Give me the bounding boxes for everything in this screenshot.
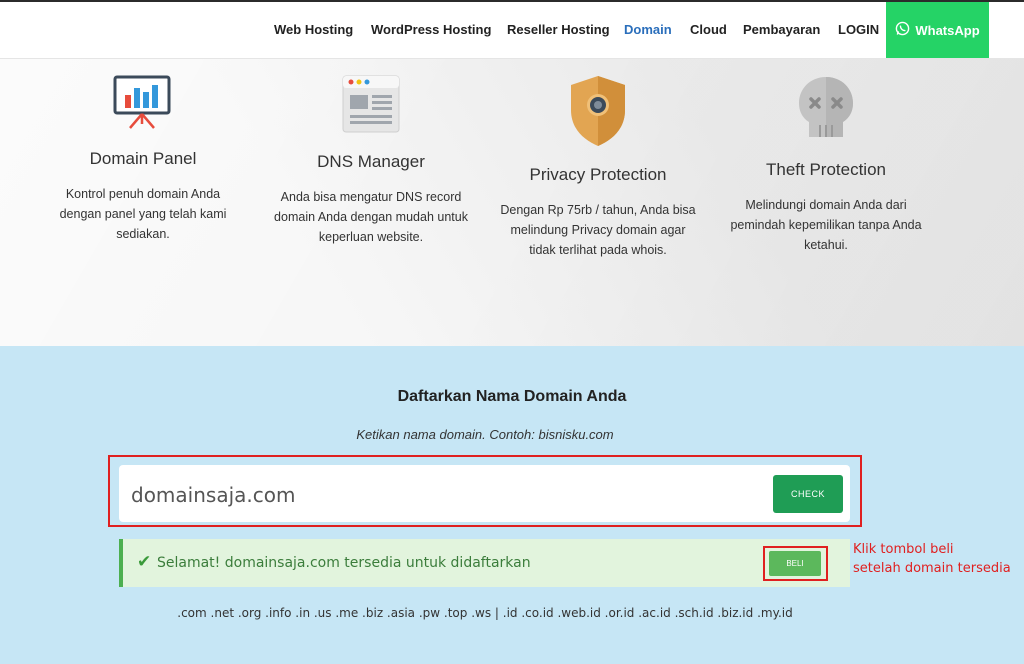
feature-title: Domain Panel bbox=[89, 149, 197, 168]
dns-window-icon bbox=[342, 75, 400, 138]
whatsapp-button[interactable]: WhatsApp bbox=[886, 2, 989, 58]
feature-description: Kontrol penuh domain Anda dengan panel y… bbox=[59, 187, 227, 241]
top-navbar: Web Hosting WordPress Hosting Reseller H… bbox=[0, 2, 1024, 59]
buy-button[interactable]: BELI bbox=[769, 551, 821, 576]
domain-search-subtitle: Ketikan nama domain. Contoh: bisnisku.co… bbox=[356, 427, 614, 442]
shield-icon bbox=[568, 74, 628, 153]
nav-pembayaran[interactable]: Pembayaran bbox=[743, 22, 820, 37]
check-button[interactable]: CHECK bbox=[773, 475, 843, 513]
nav-cloud[interactable]: Cloud bbox=[690, 22, 727, 37]
presentation-chart-icon bbox=[112, 74, 174, 137]
feature-title: DNS Manager bbox=[317, 152, 425, 171]
nav-web-hosting[interactable]: Web Hosting bbox=[274, 22, 353, 37]
tld-list: .com .net .org .info .in .us .me .biz .a… bbox=[177, 606, 793, 620]
nav-login[interactable]: LOGIN bbox=[838, 22, 879, 37]
domain-search-title: Daftarkan Nama Domain Anda bbox=[397, 388, 627, 405]
nav-wordpress-hosting[interactable]: WordPress Hosting bbox=[371, 22, 491, 37]
whatsapp-icon bbox=[895, 21, 910, 39]
checkmark-icon: ✔ bbox=[137, 552, 152, 571]
whatsapp-label: WhatsApp bbox=[915, 22, 980, 38]
feature-title: Theft Protection bbox=[765, 160, 886, 179]
domain-input[interactable] bbox=[129, 465, 763, 524]
nav-domain[interactable]: Domain bbox=[624, 22, 672, 37]
skull-icon bbox=[796, 75, 856, 146]
availability-result: ✔ Selamat! domainsaja.com tersedia untuk… bbox=[119, 539, 850, 587]
feature-description: Anda bisa mengatur DNS record domain And… bbox=[274, 190, 468, 244]
annotation-note: Klik tombol beli setelah domain tersedia bbox=[853, 540, 1011, 578]
feature-description: Melindungi domain Anda dari pemindah kep… bbox=[730, 198, 922, 252]
annotation-line: Klik tombol beli bbox=[853, 542, 954, 557]
nav-reseller-hosting[interactable]: Reseller Hosting bbox=[507, 22, 610, 37]
feature-title: Privacy Protection bbox=[529, 165, 667, 184]
features-section: Domain Panel Kontrol penuh domain Anda d… bbox=[0, 59, 1024, 346]
annotation-line: setelah domain tersedia bbox=[853, 561, 1011, 576]
domain-search-section: Daftarkan Nama Domain Anda Ketikan nama … bbox=[0, 346, 1024, 664]
feature-description: Dengan Rp 75rb / tahun, Anda bisa melind… bbox=[500, 203, 696, 257]
availability-message: Selamat! domainsaja.com tersedia untuk d… bbox=[157, 555, 531, 571]
domain-search-bar: CHECK bbox=[119, 465, 850, 524]
